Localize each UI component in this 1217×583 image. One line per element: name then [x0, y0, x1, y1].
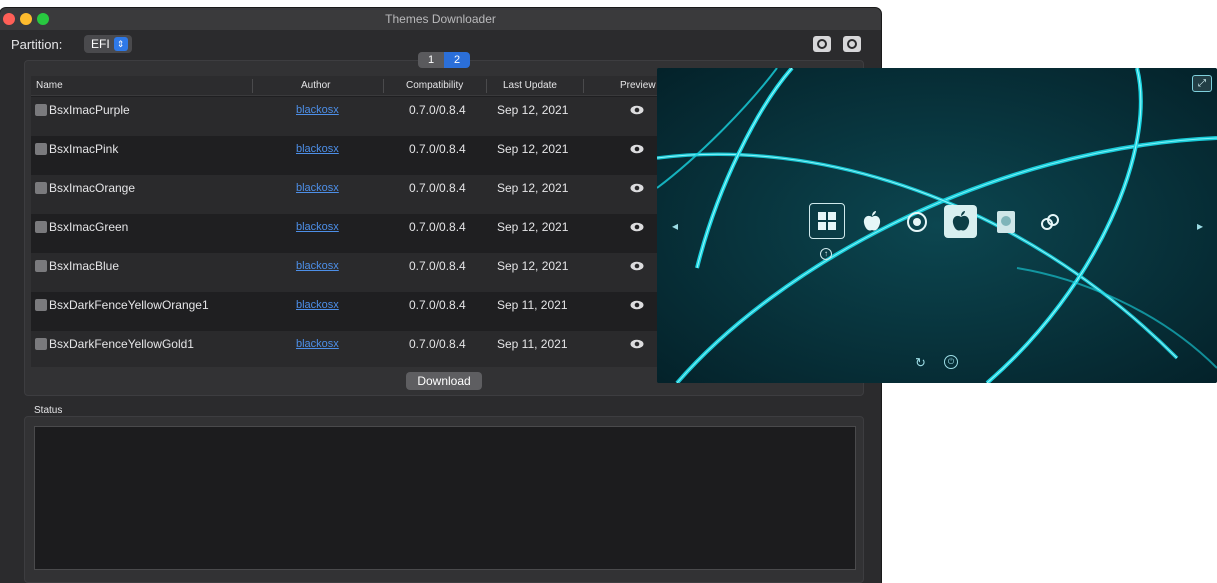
eye-icon[interactable] — [630, 220, 644, 234]
pager: 1 2 — [418, 52, 470, 68]
author-link[interactable]: blackosx — [296, 97, 339, 136]
partition-select[interactable]: EFI ⇕ — [84, 35, 132, 53]
compatibility: 0.7.0/0.8.4 — [409, 220, 466, 234]
last-update: Sep 11, 2021 — [497, 298, 568, 312]
row-checkbox[interactable] — [35, 182, 47, 194]
compatibility: 0.7.0/0.8.4 — [409, 259, 466, 273]
theme-name: BsxDarkFenceYellowGold1 — [49, 337, 194, 351]
expand-icon[interactable]: ⤢ — [1192, 75, 1212, 92]
arrow-left-icon[interactable]: ◂ — [672, 219, 678, 233]
table-row[interactable]: BsxDarkFenceYellowOrange1 blackosx 0.7.0… — [31, 292, 657, 331]
page-2-button[interactable]: 2 — [444, 52, 470, 68]
partition-value: EFI — [91, 37, 110, 51]
table-row[interactable]: BsxImacGreen blackosx 0.7.0/0.8.4 Sep 12… — [31, 214, 657, 253]
row-checkbox[interactable] — [35, 104, 47, 116]
last-update: Sep 12, 2021 — [497, 259, 569, 273]
author-link[interactable]: blackosx — [296, 175, 339, 214]
column-author[interactable]: Author — [301, 76, 330, 96]
eye-icon[interactable] — [630, 142, 644, 156]
table-row[interactable]: BsxDarkFenceYellowGold1 blackosx 0.7.0/0… — [31, 331, 657, 367]
author-link[interactable]: blackosx — [296, 253, 339, 292]
search-icon[interactable] — [813, 36, 831, 52]
last-update: Sep 12, 2021 — [497, 220, 569, 234]
row-checkbox[interactable] — [35, 143, 47, 155]
last-update: Sep 11, 2021 — [497, 337, 568, 351]
link-icon[interactable] — [1033, 205, 1066, 238]
eye-icon[interactable] — [630, 298, 644, 312]
theme-preview-popover: ⤢ ◂ ▸ ↑ ↻ ⏻ — [657, 68, 1217, 383]
title-bar: Themes Downloader — [0, 8, 881, 30]
compatibility: 0.7.0/0.8.4 — [409, 298, 466, 312]
author-link[interactable]: blackosx — [296, 214, 339, 253]
status-panel — [24, 416, 864, 583]
table-row[interactable]: BsxImacPurple blackosx 0.7.0/0.8.4 Sep 1… — [31, 97, 657, 136]
eye-icon[interactable] — [630, 181, 644, 195]
status-output[interactable] — [34, 426, 856, 570]
restart-icon[interactable]: ↻ — [915, 355, 926, 371]
recovery-icon[interactable] — [900, 205, 933, 238]
preview-background — [657, 68, 1217, 383]
column-compatibility[interactable]: Compatibility — [406, 76, 463, 96]
row-checkbox[interactable] — [35, 338, 47, 350]
compatibility: 0.7.0/0.8.4 — [409, 181, 466, 195]
last-update: Sep 12, 2021 — [497, 103, 569, 117]
eye-icon[interactable] — [630, 259, 644, 273]
table-row[interactable]: BsxImacPink blackosx 0.7.0/0.8.4 Sep 12,… — [31, 136, 657, 175]
status-label: Status — [34, 405, 63, 416]
apple-icon[interactable] — [944, 205, 977, 238]
page-1-button[interactable]: 1 — [418, 52, 444, 68]
table-row[interactable]: BsxImacOrange blackosx 0.7.0/0.8.4 Sep 1… — [31, 175, 657, 214]
disk-icon[interactable] — [989, 205, 1022, 238]
theme-name: BsxImacPink — [49, 142, 119, 156]
compatibility: 0.7.0/0.8.4 — [409, 103, 466, 117]
arrow-right-icon[interactable]: ▸ — [1197, 219, 1203, 233]
close-button[interactable] — [3, 13, 15, 25]
last-update: Sep 12, 2021 — [497, 181, 569, 195]
up-arrow-icon[interactable]: ↑ — [820, 248, 832, 260]
download-button[interactable]: Download — [406, 372, 482, 390]
author-link[interactable]: blackosx — [296, 331, 339, 367]
column-last-update[interactable]: Last Update — [503, 76, 557, 96]
minimize-button[interactable] — [20, 13, 32, 25]
last-update: Sep 12, 2021 — [497, 142, 569, 156]
apple-icon[interactable] — [855, 205, 888, 238]
author-link[interactable]: blackosx — [296, 292, 339, 331]
eye-icon[interactable] — [630, 103, 644, 117]
theme-name: BsxImacBlue — [49, 259, 120, 273]
column-name[interactable]: Name — [36, 76, 63, 96]
themes-table: Name Author Compatibility Last Update Pr… — [31, 76, 657, 367]
refresh-icon[interactable] — [843, 36, 861, 52]
row-checkbox[interactable] — [35, 299, 47, 311]
column-preview[interactable]: Preview — [620, 76, 656, 96]
compatibility: 0.7.0/0.8.4 — [409, 337, 466, 351]
theme-name: BsxImacGreen — [49, 220, 129, 234]
window-title: Themes Downloader — [385, 12, 496, 26]
compatibility: 0.7.0/0.8.4 — [409, 142, 466, 156]
theme-name: BsxImacOrange — [49, 181, 136, 195]
theme-name: BsxDarkFenceYellowOrange1 — [49, 298, 209, 312]
eye-icon[interactable] — [630, 337, 644, 351]
table-header: Name Author Compatibility Last Update Pr… — [31, 76, 657, 96]
theme-name: BsxImacPurple — [49, 103, 130, 117]
row-checkbox[interactable] — [35, 221, 47, 233]
partition-label: Partition: — [11, 37, 63, 52]
chevron-updown-icon: ⇕ — [113, 37, 128, 51]
power-icon[interactable]: ⏻ — [944, 355, 958, 369]
table-row[interactable]: BsxImacBlue blackosx 0.7.0/0.8.4 Sep 12,… — [31, 253, 657, 292]
zoom-button[interactable] — [37, 13, 49, 25]
row-checkbox[interactable] — [35, 260, 47, 272]
author-link[interactable]: blackosx — [296, 136, 339, 175]
windows-icon[interactable] — [809, 203, 845, 239]
